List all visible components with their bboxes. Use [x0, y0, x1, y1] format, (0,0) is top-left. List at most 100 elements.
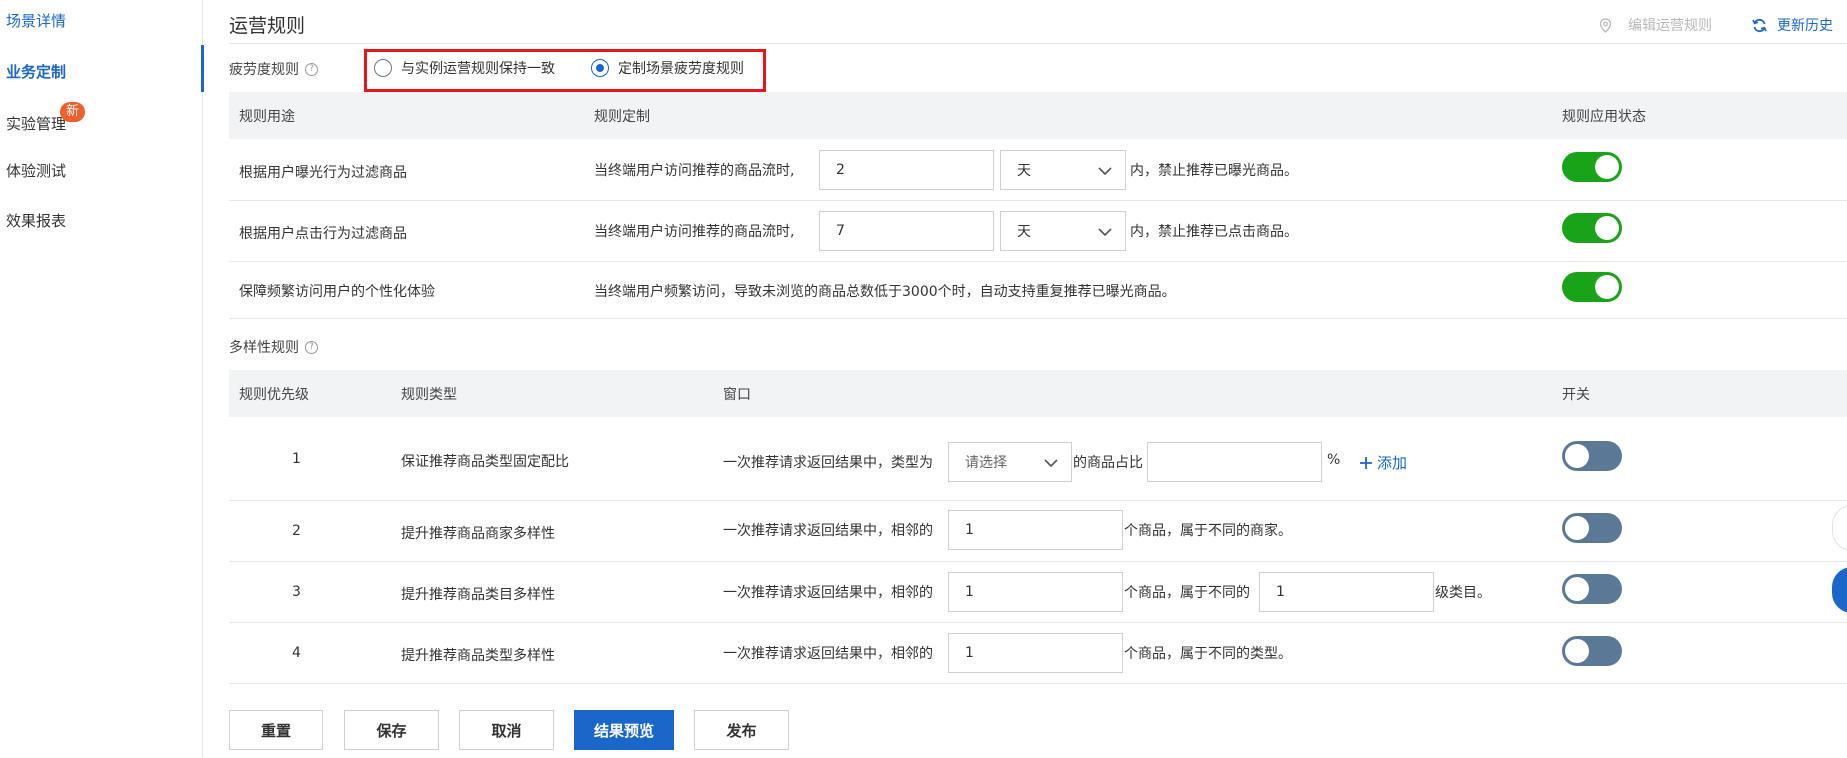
diversity-row4-priority: 4 — [292, 645, 301, 661]
cancel-button[interactable]: 取消 — [459, 710, 554, 750]
diversity-row3-priority: 3 — [292, 584, 301, 600]
toggle-knob — [1595, 275, 1619, 299]
fatigue-row2-value-input[interactable] — [819, 211, 994, 251]
col-status: 规则应用状态 — [1562, 109, 1646, 125]
col-switch: 开关 — [1562, 387, 1590, 403]
toggle-knob — [1565, 639, 1589, 663]
fatigue-row1-purpose: 根据用户曝光行为过滤商品 — [239, 165, 407, 181]
diversity-row1-priority: 1 — [292, 451, 301, 467]
help-icon[interactable]: ? — [305, 62, 318, 76]
toggle-knob — [1595, 216, 1619, 240]
page-title: 运营规则 — [229, 15, 306, 37]
fatigue-row2-purpose: 根据用户点击行为过滤商品 — [239, 226, 407, 242]
fatigue-row3-purpose: 保障频繁访问用户的个性化体验 — [239, 284, 435, 300]
row-divider — [229, 622, 1847, 623]
diversity-row2-priority: 2 — [292, 523, 301, 539]
fatigue-row3-toggle[interactable] — [1562, 272, 1622, 302]
diversity-row3-level-input[interactable] — [1259, 572, 1434, 612]
col-purpose: 规则用途 — [239, 109, 295, 125]
fatigue-row1-value-input[interactable] — [819, 150, 994, 190]
fatigue-row1-prefix: 当终端用户访问推荐的商品流时, — [594, 163, 795, 179]
fatigue-row2-prefix: 当终端用户访问推荐的商品流时, — [594, 224, 795, 240]
fatigue-row1-unit-value: 天 — [1017, 163, 1031, 179]
reset-button[interactable]: 重置 — [229, 710, 323, 750]
diversity-row3-type: 提升推荐商品类目多样性 — [401, 587, 555, 603]
col-priority: 规则优先级 — [239, 387, 309, 403]
diversity-row1-ratio-input[interactable] — [1147, 442, 1322, 482]
chevron-down-icon — [1098, 228, 1112, 237]
sidebar: 场景详情 业务定制 实验管理 新 体验测试 效果报表 — [0, 0, 204, 758]
diversity-row4-type: 提升推荐商品类型多样性 — [401, 648, 555, 664]
sidebar-item-scene-detail[interactable]: 场景详情 — [6, 10, 66, 31]
save-button[interactable]: 保存 — [344, 710, 439, 750]
radio-custom[interactable]: 定制场景疲劳度规则 — [591, 58, 744, 78]
radio-consistent-circle — [374, 59, 392, 77]
diversity-row1-type-select[interactable]: 请选择 — [948, 442, 1072, 482]
edit-rules-label: 编辑运营规则 — [1628, 18, 1712, 34]
fatigue-rule-label: 疲劳度规则 ? — [229, 59, 318, 79]
diversity-row1-percent: % — [1327, 452, 1341, 468]
fatigue-row2-toggle[interactable] — [1562, 213, 1622, 243]
diversity-table-header — [229, 370, 1847, 417]
sidebar-item-experiment[interactable]: 实验管理 — [6, 113, 66, 134]
add-button[interactable]: 添加 — [1359, 452, 1407, 473]
radio-consistent[interactable]: 与实例运营规则保持一致 — [374, 58, 555, 78]
sidebar-item-experience-test[interactable]: 体验测试 — [6, 160, 66, 181]
diversity-row1-type: 保证推荐商品类型固定配比 — [401, 454, 569, 470]
radio-consistent-label: 与实例运营规则保持一致 — [401, 61, 555, 77]
diversity-row3-count-input[interactable] — [948, 572, 1123, 612]
diversity-row2-count-input[interactable] — [948, 510, 1123, 550]
diversity-rule-title: 多样性规则 — [229, 340, 299, 356]
toggle-knob — [1565, 577, 1589, 601]
fatigue-row1-toggle[interactable] — [1562, 152, 1622, 182]
diversity-row2-toggle[interactable] — [1562, 513, 1622, 543]
diversity-row3-suffix: 级类目。 — [1435, 585, 1491, 601]
diversity-row3-toggle[interactable] — [1562, 574, 1622, 604]
fatigue-row3-text: 当终端用户频繁访问，导致未浏览的商品总数低于3000个时，自动支持重复推荐已曝光… — [594, 284, 1176, 300]
diversity-row1-toggle[interactable] — [1562, 441, 1622, 471]
publish-button[interactable]: 发布 — [694, 710, 789, 750]
diversity-row4-toggle[interactable] — [1562, 636, 1622, 666]
diversity-row1-mid: 的商品占比 — [1073, 455, 1143, 471]
diversity-row2-prefix: 一次推荐请求返回结果中，相邻的 — [723, 523, 933, 539]
add-label: 添加 — [1377, 454, 1408, 472]
location-pin-icon — [1599, 17, 1612, 33]
toggle-knob — [1595, 155, 1619, 179]
update-history-button[interactable]: 更新历史 — [1752, 15, 1833, 35]
diversity-row4-suffix: 个商品，属于不同的类型。 — [1124, 646, 1292, 662]
diversity-row4-prefix: 一次推荐请求返回结果中，相邻的 — [723, 646, 933, 662]
diversity-row2-type: 提升推荐商品商家多样性 — [401, 526, 555, 542]
fatigue-row2-unit-value: 天 — [1017, 224, 1031, 240]
row-divider — [229, 561, 1847, 562]
edit-rules-button[interactable]: 编辑运营规则 — [1599, 15, 1712, 35]
fatigue-row1-suffix: 内，禁止推荐已曝光商品。 — [1130, 163, 1298, 179]
header-divider — [229, 43, 1847, 44]
diversity-row2-suffix: 个商品，属于不同的商家。 — [1124, 523, 1292, 539]
row-divider — [229, 200, 1847, 201]
sidebar-active-indicator — [201, 45, 204, 92]
help-icon[interactable]: ? — [305, 340, 318, 354]
row-divider — [229, 261, 1847, 262]
chevron-down-icon — [1098, 167, 1112, 176]
diversity-row3-prefix: 一次推荐请求返回结果中，相邻的 — [723, 585, 933, 601]
row-divider — [229, 683, 1847, 684]
sidebar-item-business-custom[interactable]: 业务定制 — [6, 61, 66, 82]
fatigue-row1-unit-select[interactable]: 天 — [1000, 150, 1126, 190]
floating-chat-widget[interactable] — [1832, 567, 1847, 613]
row-divider — [229, 318, 1847, 319]
diversity-row4-count-input[interactable] — [948, 633, 1123, 673]
fatigue-row2-suffix: 内，禁止推荐已点击商品。 — [1130, 224, 1298, 240]
diversity-row3-mid: 个商品，属于不同的 — [1124, 585, 1250, 601]
diversity-row1-select-placeholder: 请选择 — [965, 455, 1007, 471]
col-type: 规则类型 — [401, 387, 457, 403]
sidebar-item-report[interactable]: 效果报表 — [6, 210, 66, 231]
toggle-knob — [1565, 444, 1589, 468]
fatigue-row2-unit-select[interactable]: 天 — [1000, 211, 1126, 251]
diversity-rule-label: 多样性规则 ? — [229, 337, 318, 357]
col-custom: 规则定制 — [594, 109, 650, 125]
new-badge: 新 — [60, 102, 85, 122]
fatigue-rule-title: 疲劳度规则 — [229, 62, 299, 78]
radio-custom-circle — [591, 59, 609, 77]
preview-button[interactable]: 结果预览 — [574, 710, 674, 750]
floating-help-widget[interactable] — [1832, 505, 1847, 551]
